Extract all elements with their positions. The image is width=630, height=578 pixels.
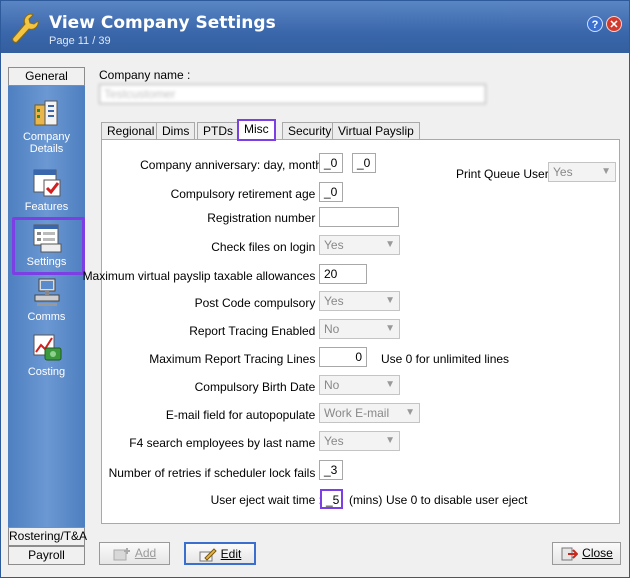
retirement-input[interactable]: _0: [319, 182, 343, 202]
registration-label: Registration number :: [207, 211, 322, 225]
email-select[interactable]: Work E-mail ▼: [319, 403, 420, 423]
tab-ptds[interactable]: PTDs: [197, 122, 239, 140]
max-tracing-hint: Use 0 for unlimited lines: [381, 352, 510, 366]
page-indicator: Page 11 / 39: [49, 35, 111, 47]
sidebar-item-label: Comms: [27, 311, 66, 323]
max-tracing-input[interactable]: 0: [319, 347, 367, 367]
eject-hint: Use 0 to disable user eject: [386, 493, 528, 507]
exit-door-icon: [561, 547, 579, 561]
close-button[interactable]: Close: [552, 542, 621, 565]
report-tracing-label: Report Tracing Enabled :: [189, 324, 322, 338]
tab-misc[interactable]: Misc: [237, 119, 276, 141]
misc-panel: Company anniversary: day, month _0 _0 Pr…: [83, 139, 620, 524]
sidebar-item-label: Costing: [27, 366, 66, 378]
sidebar-item-label: Features: [24, 201, 69, 213]
post-code-label: Post Code compulsory :: [194, 296, 322, 310]
f4-search-select[interactable]: Yes ▼: [319, 431, 400, 451]
anniversary-month-input[interactable]: _0: [352, 153, 376, 173]
birth-date-label: Compulsory Birth Date :: [194, 380, 322, 394]
tab-regional[interactable]: Regional: [101, 122, 161, 140]
sidebar-item-label: Company: [22, 131, 71, 143]
tab-virtual-payslip[interactable]: Virtual Payslip: [332, 122, 420, 140]
sidebar-item-label: Details: [29, 143, 64, 155]
print-queue-select[interactable]: Yes ▼: [548, 162, 616, 182]
chevron-down-icon: ▼: [385, 379, 395, 390]
check-files-select[interactable]: Yes ▼: [319, 235, 400, 255]
window-title: View Company Settings: [49, 13, 276, 33]
registration-input[interactable]: [319, 207, 399, 227]
settings-highlight: [12, 217, 85, 275]
chevron-down-icon: ▼: [385, 323, 395, 334]
max-virtual-label: Maximum virtual payslip taxable allowanc…: [82, 269, 322, 283]
costing-icon: [33, 334, 61, 361]
company-name-input[interactable]: Testcustomer: [99, 84, 486, 104]
post-code-select[interactable]: Yes ▼: [319, 291, 400, 311]
max-virtual-input[interactable]: 20: [319, 264, 367, 284]
print-queue-label: Print Queue User :: [456, 167, 556, 181]
chevron-down-icon: ▼: [405, 407, 415, 418]
help-button[interactable]: ?: [587, 16, 603, 32]
sidebar-tab-rostering[interactable]: Rostering/T&A: [8, 527, 87, 546]
company-details-icon: [34, 100, 57, 126]
sidebar-tab-payroll[interactable]: Payroll: [8, 546, 85, 565]
edit-pencil-icon: [199, 548, 217, 562]
f4-search-label: F4 search employees by last name :: [129, 436, 322, 450]
retries-input[interactable]: _3: [319, 460, 343, 480]
eject-unit: (mins): [349, 493, 383, 507]
window-close-button[interactable]: ✕: [606, 16, 622, 32]
main-content: Company name : Testcustomer Regional Dim…: [83, 59, 626, 537]
eject-input[interactable]: _5: [320, 489, 343, 509]
chevron-down-icon: ▼: [385, 295, 395, 306]
add-icon: [113, 547, 130, 561]
chevron-down-icon: ▼: [385, 239, 395, 250]
max-tracing-label: Maximum Report Tracing Lines :: [149, 352, 322, 366]
sidebar: General Company Details Features Setting…: [8, 67, 87, 565]
sidebar-item-features[interactable]: Features: [8, 167, 85, 213]
retries-label: Number of retries if scheduler lock fail…: [108, 466, 322, 480]
report-tracing-select[interactable]: No ▼: [319, 319, 400, 339]
chevron-down-icon: ▼: [385, 435, 395, 446]
window: View Company Settings Page 11 / 39 ? ✕ G…: [0, 0, 630, 578]
comms-icon: [34, 278, 59, 306]
sidebar-item-costing[interactable]: Costing: [8, 332, 85, 378]
features-icon: [33, 169, 60, 197]
sidebar-item-comms[interactable]: Comms: [8, 277, 85, 323]
add-button[interactable]: Add: [99, 542, 170, 565]
tab-security[interactable]: Security: [282, 122, 338, 140]
birth-date-select[interactable]: No ▼: [319, 375, 400, 395]
wrench-icon: [12, 13, 39, 43]
edit-button[interactable]: Edit: [184, 542, 256, 565]
sidebar-item-company-details[interactable]: Company Details: [8, 97, 85, 155]
check-files-label: Check files on login :: [211, 240, 322, 254]
anniversary-label: Company anniversary: day, month: [140, 158, 322, 172]
chevron-down-icon: ▼: [601, 166, 611, 177]
sidebar-tab-general[interactable]: General: [8, 67, 85, 86]
eject-label: User eject wait time :: [210, 493, 322, 507]
anniversary-day-input[interactable]: _0: [319, 153, 343, 173]
company-name-label: Company name :: [99, 68, 191, 82]
tab-dims[interactable]: Dims: [156, 122, 196, 140]
title-bar: View Company Settings Page 11 / 39 ? ✕: [1, 1, 629, 53]
retirement-label: Compulsory retirement age :: [170, 187, 322, 201]
email-label: E-mail field for autopopulate :: [165, 408, 322, 422]
